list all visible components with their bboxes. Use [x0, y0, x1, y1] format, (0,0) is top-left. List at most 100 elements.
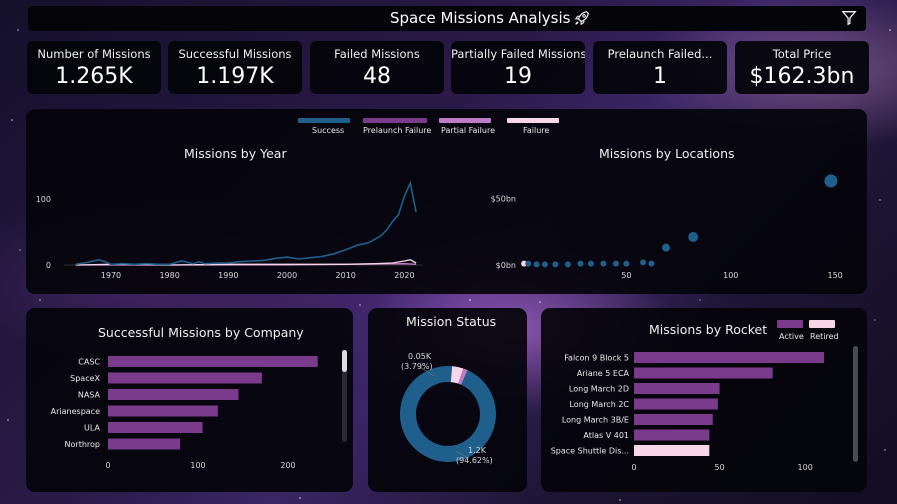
- kpi-card-successful-missions: Successful Missions 1.197K: [168, 41, 302, 94]
- scatter-point: [640, 259, 647, 266]
- legend-swatch: [777, 320, 803, 328]
- x-tick-label: 1980: [159, 271, 179, 280]
- kpi-label: Partially Failed Missions: [451, 47, 585, 61]
- x-tick-label: 1990: [218, 271, 238, 280]
- x-tick-label: 2010: [336, 271, 356, 280]
- bar-category-label: Falcon 9 Block 5: [564, 354, 629, 363]
- scatter-point: [600, 260, 607, 267]
- kpi-card-number-of-missions: Number of Missions 1.265K: [27, 41, 161, 94]
- scatter-point: [541, 261, 548, 268]
- filter-icon[interactable]: [840, 9, 858, 27]
- bar-category-label: Arianespace: [51, 407, 100, 416]
- scatter-point: [552, 261, 559, 268]
- missions-by-rocket-panel: Missions by Rocket Active Retired Falcon…: [541, 308, 867, 492]
- scatter-point: [525, 260, 532, 267]
- donut-slice-0: [400, 366, 496, 462]
- kpi-value: 1: [653, 64, 667, 89]
- bar-casc: [108, 356, 318, 367]
- missions-by-locations-chart[interactable]: $0bn $50bn 50 100 150: [446, 169, 861, 289]
- legend-label: Retired: [810, 332, 839, 341]
- x-tick-label: 1970: [101, 271, 121, 280]
- rocket-icon: [574, 11, 589, 26]
- legend-swatch: [363, 118, 427, 123]
- bar-rocket: [634, 414, 713, 425]
- chart-title-missions-by-locations: Missions by Locations: [599, 146, 735, 161]
- bar-rocket: [634, 398, 718, 410]
- bar-rocket: [634, 367, 773, 379]
- kpi-card-total-price: Total Price $162.3bn: [735, 41, 869, 94]
- scatter-point: [577, 260, 584, 267]
- legend-label: Failure: [523, 126, 550, 135]
- rocket-bar-chart[interactable]: Falcon 9 Block 5 Ariane 5 ECA Long March 2…: [541, 346, 853, 486]
- x-tick-label: 100: [798, 463, 813, 472]
- scrollbar-thumb[interactable]: [342, 350, 347, 372]
- legend-label: Prelaunch Failure: [363, 126, 432, 135]
- bar-rocket: [634, 352, 825, 363]
- company-bar-chart[interactable]: CASC SpaceX NASA Arianespace ULA Northrop 0 100…: [26, 346, 341, 486]
- scatter-point: [824, 174, 838, 188]
- bar-category-label: Long March 2D: [569, 385, 629, 394]
- series-line-success: [75, 180, 417, 266]
- y-tick-label: $50bn: [491, 194, 516, 203]
- bar-category-label: Long March 3B/E: [562, 416, 629, 425]
- scrollbar-track[interactable]: [342, 350, 347, 442]
- x-tick-label: 0: [631, 463, 636, 472]
- bar-category-label: Atlas V 401: [583, 431, 629, 440]
- bar-category-label: Ariane 5 ECA: [577, 369, 630, 378]
- scrollbar-thumb[interactable]: [853, 346, 858, 462]
- kpi-label: Prelaunch Failed...: [607, 47, 713, 61]
- scatter-point: [587, 260, 594, 267]
- scatter-point: [662, 243, 671, 252]
- legend-swatch: [809, 320, 835, 328]
- bar-category-label: Northrop: [65, 440, 100, 449]
- legend-swatch: [507, 118, 559, 123]
- kpi-label: Failed Missions: [334, 47, 420, 61]
- chart-title-successful-missions-by-company: Successful Missions by Company: [98, 325, 304, 340]
- x-tick-label: 0: [105, 461, 110, 470]
- scatter-point: [648, 260, 655, 267]
- legend-label: Success: [312, 126, 345, 135]
- y-tick-label: 0: [46, 261, 51, 270]
- bar-category-label: Space Shuttle Dis...: [551, 447, 629, 456]
- legend-label: Partial Failure: [441, 126, 496, 135]
- scrollbar-track[interactable]: [853, 346, 858, 462]
- x-tick-label: 100: [190, 461, 205, 470]
- kpi-label: Total Price: [772, 47, 832, 61]
- bar-ula: [108, 422, 203, 433]
- mission-status-panel: Mission Status 0.05K (3.79%) 1.2K (94.62%): [368, 308, 527, 492]
- kpi-label: Number of Missions: [37, 47, 151, 61]
- x-tick-label: 50: [621, 271, 631, 280]
- scatter-point: [533, 261, 540, 268]
- mission-status-donut-chart[interactable]: 0.05K(3.79%) 1.2K(94.62%): [368, 334, 527, 490]
- x-tick-label: 150: [827, 271, 842, 280]
- bar-rocket: [634, 429, 710, 441]
- kpi-label: Successful Missions: [178, 47, 292, 61]
- missions-by-year-chart[interactable]: 0 100 1970 1980 1990 2000 2010 2020: [26, 169, 436, 289]
- kpi-card-prelaunch-failed: Prelaunch Failed... 1: [593, 41, 727, 94]
- x-tick-label: 100: [723, 271, 738, 280]
- donut-label-value: 1.2K: [468, 446, 487, 455]
- donut-label-pct: (3.79%): [401, 362, 433, 371]
- bar-rocket: [634, 383, 720, 394]
- donut-slice-1: [450, 366, 464, 384]
- x-tick-label: 2000: [277, 271, 297, 280]
- scatter-point: [623, 260, 630, 267]
- kpi-card-failed-missions: Failed Missions 48: [310, 41, 444, 94]
- missions-overview-panel: Success Prelaunch Failure Partial Failur…: [26, 109, 867, 294]
- kpi-value: 1.265K: [55, 64, 133, 89]
- kpi-value: $162.3bn: [749, 64, 855, 89]
- x-tick-label: 2020: [394, 271, 414, 280]
- kpi-value: 19: [504, 64, 532, 89]
- chart-title-mission-status: Mission Status: [406, 314, 497, 329]
- kpi-value: 48: [363, 64, 391, 89]
- x-tick-label: 50: [715, 463, 725, 472]
- bar-spacex: [108, 372, 262, 384]
- kpi-card-partially-failed-missions: Partially Failed Missions 19: [451, 41, 585, 94]
- bar-category-label: Long March 2C: [569, 400, 629, 409]
- scatter-point: [688, 232, 699, 242]
- y-tick-label: $0bn: [496, 261, 516, 270]
- scatter-point: [564, 261, 571, 268]
- legend-swatch: [298, 118, 350, 123]
- bar-rocket: [634, 445, 710, 456]
- bar-northrop: [108, 438, 180, 450]
